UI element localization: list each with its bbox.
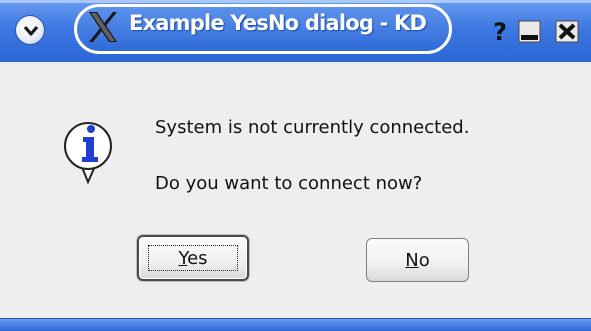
yes-mnemonic: Y	[178, 247, 188, 269]
no-label-rest: o	[418, 249, 430, 271]
close-icon	[555, 20, 579, 43]
yes-button[interactable]: Yes	[137, 235, 249, 281]
yes-label-rest: es	[187, 247, 208, 269]
minimize-icon	[518, 20, 541, 43]
help-button[interactable]: ?	[485, 16, 515, 46]
title-bar[interactable]: Example YesNo dialog - KD ?	[0, 0, 591, 62]
message-line-1: System is not currently connected.	[155, 117, 470, 138]
window-title: Example YesNo dialog - KD	[129, 11, 427, 35]
svg-text:?: ?	[493, 18, 507, 46]
no-mnemonic: N	[405, 249, 419, 271]
close-button[interactable]	[553, 16, 583, 46]
window-menu-button[interactable]	[15, 15, 45, 45]
x-logo-icon	[89, 12, 117, 42]
yes-button-label: Yes	[178, 248, 207, 269]
chevron-down-icon	[23, 25, 39, 36]
no-button-label: No	[405, 250, 429, 271]
dialog-window: Example YesNo dialog - KD ? System is no…	[0, 0, 591, 331]
no-button[interactable]: No	[366, 238, 469, 282]
info-icon	[64, 122, 112, 184]
minimize-button[interactable]	[515, 16, 545, 46]
title-bar-highlight	[0, 0, 591, 3]
help-icon: ?	[493, 18, 507, 46]
window-bottom-border[interactable]	[0, 318, 591, 331]
message-line-2: Do you want to connect now?	[155, 173, 423, 194]
